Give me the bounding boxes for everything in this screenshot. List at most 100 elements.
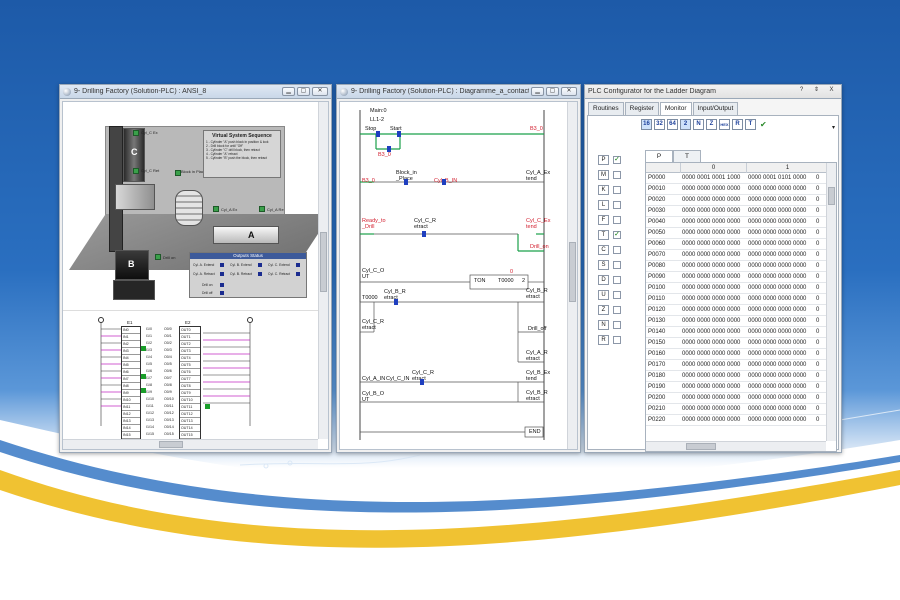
memory-type-button[interactable]: Z	[598, 304, 609, 315]
contact-cyl-c-out[interactable]: Cyl_C_O UT	[362, 268, 384, 280]
register-value[interactable]: 0000 0000 0000 0000	[748, 184, 814, 195]
tab-register-t[interactable]: T	[673, 150, 701, 162]
tab-register[interactable]: Register	[624, 102, 659, 115]
maximize-button[interactable]: ▢	[546, 87, 559, 96]
contact-cyl-c-in[interactable]: Cyl_C_IN	[386, 376, 410, 382]
register-value[interactable]: 0000 0000 0000 0000	[748, 360, 814, 371]
memory-type-button[interactable]: R	[598, 334, 609, 345]
close-button[interactable]: X	[825, 87, 838, 96]
contact-t0000[interactable]: T0000	[362, 295, 378, 301]
coil-cyl-b-retract-2[interactable]: Cyl_B_R etract	[526, 390, 548, 402]
apply-check-icon[interactable]: ✔	[760, 120, 767, 129]
scroll-thumb[interactable]	[320, 232, 327, 292]
register-row[interactable]: P0210 0000 0000 0000 0000 0000 0000 0000 0…	[646, 404, 826, 415]
hex-button[interactable]: HEX	[719, 118, 730, 130]
memory-type-button[interactable]: K	[598, 184, 609, 195]
memory-type-button[interactable]: T	[598, 229, 609, 240]
register-row[interactable]: P0200 0000 0000 0000 0000 0000 0000 0000 0…	[646, 393, 826, 404]
scroll-thumb[interactable]	[159, 441, 183, 448]
register-value[interactable]: 0000 0000 0000 0000	[748, 327, 814, 338]
memory-type-button[interactable]: S	[598, 259, 609, 270]
tab-register-p[interactable]: P	[645, 150, 673, 162]
close-button[interactable]: ✕	[561, 87, 577, 96]
memory-type-checkbox[interactable]: ✓	[613, 230, 621, 239]
register-value[interactable]: 0000 0000 0000 0000	[748, 338, 814, 349]
register-value[interactable]: 0000 0000 0000 0000	[682, 371, 746, 382]
memory-type-checkbox[interactable]	[613, 260, 621, 269]
memory-type-checkbox[interactable]	[613, 290, 621, 299]
coil-cyl-a-retract[interactable]: Cyl_A_R etract	[526, 350, 548, 362]
cylinder-a[interactable]: A	[213, 226, 279, 244]
maximize-button[interactable]: ▢	[297, 87, 310, 96]
memory-type-button[interactable]: M	[598, 169, 609, 180]
register-value[interactable]: 0000 0000 0000 0000	[682, 327, 746, 338]
column-header[interactable]: 1	[746, 163, 828, 173]
coil-drill-on[interactable]: Drill_on	[530, 244, 549, 250]
memory-type-checkbox[interactable]: ✓	[613, 155, 621, 164]
register-row[interactable]: P0120 0000 0000 0000 0000 0000 0000 0000 0…	[646, 305, 826, 316]
register-row[interactable]: P0100 0000 0000 0000 0000 0000 0000 0000 0…	[646, 283, 826, 294]
t-button[interactable]: T	[745, 118, 756, 130]
minimize-button[interactable]: ▁	[531, 87, 544, 96]
register-value[interactable]: 0000 0000 0000 0000	[748, 272, 814, 283]
memory-type-checkbox[interactable]	[613, 320, 621, 329]
register-value[interactable]: 0000 0000 0000 0000	[682, 316, 746, 327]
register-row[interactable]: P0080 0000 0000 0000 0000 0000 0000 0000 0…	[646, 261, 826, 272]
register-value[interactable]: 0000 0000 0000 0000	[748, 371, 814, 382]
register-value[interactable]: 0000 0000 0000 0000	[682, 250, 746, 261]
register-value[interactable]: 0000 0000 0000 0000	[682, 382, 746, 393]
register-row[interactable]: P0130 0000 0000 0000 0000 0000 0000 0000 0…	[646, 316, 826, 327]
coil-drill-off[interactable]: Drill_off	[528, 326, 547, 332]
memory-type-button[interactable]: F	[598, 214, 609, 225]
contact-ready-to-drill[interactable]: Ready_to _Drill	[362, 218, 386, 230]
memory-type-checkbox[interactable]	[613, 305, 621, 314]
drill-head[interactable]	[115, 184, 155, 210]
bits-32-button[interactable]: 32	[654, 118, 665, 130]
register-row[interactable]: P0000 0000 0001 0001 1000 0000 0001 0101 0…	[646, 173, 826, 184]
register-value[interactable]: 0000 0000 0000 0000	[682, 283, 746, 294]
cylinder-b[interactable]: B	[115, 250, 149, 280]
minimize-button[interactable]: ▁	[282, 87, 295, 96]
register-value[interactable]: 0000 0000 0000 0000	[748, 393, 814, 404]
scroll-thumb[interactable]	[828, 187, 835, 205]
coil-cyl-b-extend[interactable]: Cyl_B_Ex tend	[526, 370, 550, 382]
bits-64-button[interactable]: 64	[667, 118, 678, 130]
memory-type-button[interactable]: D	[598, 274, 609, 285]
register-value[interactable]: 0000 0001 0101 0000	[748, 173, 814, 184]
register-value[interactable]: 0000 0000 0000 0000	[682, 338, 746, 349]
coil-cyl-c-extend[interactable]: Cyl_C_Ex tend	[526, 218, 550, 230]
help-button[interactable]: ?	[795, 87, 808, 96]
memory-type-checkbox[interactable]	[613, 275, 621, 284]
contact-b3-0-branch[interactable]: B3_0	[378, 152, 391, 158]
config-titlebar[interactable]: PLC Configurator for the Ladder Diagram …	[585, 85, 841, 99]
z-button[interactable]: Z	[706, 118, 717, 130]
register-value[interactable]: 0000 0000 0000 0000	[682, 305, 746, 316]
ansi-canvas[interactable]: C A B Cyl_C Ex Cyl_C Ret Block in Place …	[62, 101, 329, 450]
register-value[interactable]: 0000 0000 0000 0000	[682, 228, 746, 239]
n-button[interactable]: N	[693, 118, 704, 130]
register-row[interactable]: P0020 0000 0000 0000 0000 0000 0000 0000 0…	[646, 195, 826, 206]
memory-type-button[interactable]: P	[598, 154, 609, 165]
contact-cyl-c-retract[interactable]: Cyl_C_R etract	[414, 218, 436, 230]
ladder-canvas[interactable]: Main:0 LL1-2 Stop Start B3_0 B3_0 B3_0 B…	[339, 101, 578, 450]
scroll-thumb[interactable]	[569, 242, 576, 302]
memory-type-checkbox[interactable]	[613, 215, 621, 224]
register-row[interactable]: P0050 0000 0000 0000 0000 0000 0000 0000 0…	[646, 228, 826, 239]
ton-timer[interactable]: T0000	[498, 278, 514, 284]
register-value[interactable]: 0000 0000 0000 0000	[682, 360, 746, 371]
memory-type-button[interactable]: L	[598, 199, 609, 210]
register-value[interactable]: 0000 0000 0000 0000	[682, 206, 746, 217]
register-row[interactable]: P0030 0000 0000 0000 0000 0000 0000 0000 0…	[646, 206, 826, 217]
column-header[interactable]: 0	[680, 163, 746, 173]
register-value[interactable]: 0000 0000 0000 0000	[748, 382, 814, 393]
grid-vertical-scrollbar[interactable]	[826, 163, 836, 441]
memory-type-button[interactable]: N	[598, 319, 609, 330]
register-value[interactable]: 0000 0000 0000 0000	[748, 349, 814, 360]
register-row[interactable]: P0220 0000 0000 0000 0000 0000 0000 0000 0…	[646, 415, 826, 426]
register-row[interactable]: P0060 0000 0000 0000 0000 0000 0000 0000 0…	[646, 239, 826, 250]
contact-b3-0[interactable]: B3_0	[362, 178, 375, 184]
register-value[interactable]: 0000 0000 0000 0000	[748, 404, 814, 415]
memory-type-checkbox[interactable]	[613, 245, 621, 254]
register-value[interactable]: 0000 0000 0000 0000	[682, 217, 746, 228]
ansi-titlebar[interactable]: 9- Drilling Factory (Solution-PLC) : ANS…	[60, 85, 331, 99]
